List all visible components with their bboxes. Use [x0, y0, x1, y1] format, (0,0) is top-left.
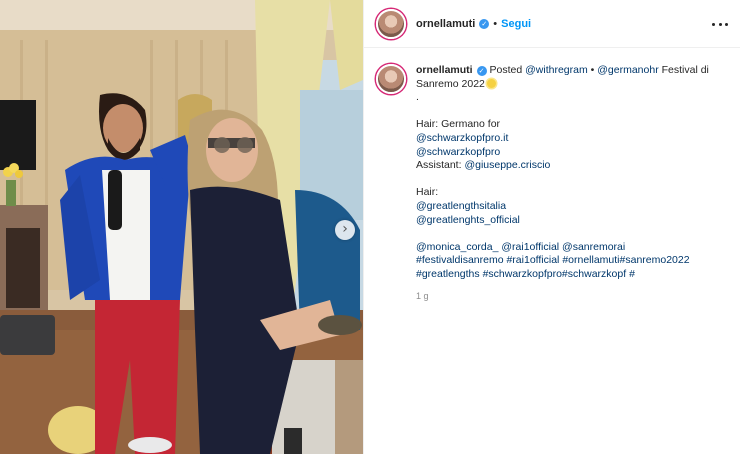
- mention-sanremorai[interactable]: @sanremorai: [562, 241, 625, 253]
- caption-dot: .: [416, 91, 419, 104]
- post-sidebar: ornellamuti ✓ • Segui ornellamuti ✓ Poste…: [363, 0, 740, 454]
- hashtag-ornellamuti-sanremo2022[interactable]: #ornellamuti#sanremo2022: [562, 254, 689, 266]
- caption-bullet: •: [590, 64, 595, 76]
- more-options-icon[interactable]: [712, 17, 728, 31]
- instagram-post: › ornellamuti ✓ • Segui ornellamuti ✓ Pos…: [0, 0, 740, 454]
- hashtag-festivaldisanremo[interactable]: #festivaldisanremo: [416, 254, 504, 266]
- hashtag-greatlengths[interactable]: #greatlengths: [416, 268, 480, 280]
- mention-monica-corda[interactable]: @monica_corda_: [416, 241, 498, 253]
- sun-emoji-icon: [486, 78, 496, 88]
- caption-line-2: Sanremo 2022: [416, 78, 716, 92]
- caption-posted: Posted: [489, 64, 523, 76]
- caption-sanremo: Sanremo 2022: [416, 77, 485, 90]
- header-separator: •: [493, 17, 498, 30]
- tags-line-1: @monica_corda_ @rai1official @sanremorai: [416, 241, 716, 255]
- tags-line-2: #festivaldisanremo #rai1official #ornell…: [416, 254, 716, 268]
- mention-greatlenghts-official[interactable]: @greatlenghts_official: [416, 214, 716, 228]
- verified-badge-icon: ✓: [479, 18, 490, 29]
- hair-credit: Hair: Germano for: [416, 118, 501, 131]
- mention-schwarzkopfpro-it[interactable]: @schwarzkopfpro.it: [416, 132, 716, 146]
- caption-text: ornellamuti ✓ Posted @withregram • @germa…: [416, 64, 716, 303]
- hashtag-empty[interactable]: #: [629, 268, 635, 280]
- header-username[interactable]: ornellamuti: [416, 18, 475, 30]
- mention-giuseppe-criscio[interactable]: @giuseppe.criscio: [464, 159, 550, 171]
- avatar[interactable]: [376, 8, 406, 39]
- post-photo[interactable]: ›: [0, 0, 363, 454]
- follow-button[interactable]: Segui: [501, 18, 531, 30]
- mention-greatlengthsitalia[interactable]: @greatlengthsitalia: [416, 200, 716, 214]
- hair-label-2: Hair:: [416, 186, 439, 199]
- mention-withregram[interactable]: @withregram: [525, 64, 588, 76]
- post-header: ornellamuti ✓ • Segui: [364, 0, 740, 48]
- carousel-next-button[interactable]: ›: [335, 220, 355, 240]
- hashtag-rai1official[interactable]: #rai1official: [506, 254, 559, 266]
- assistant-credit: Assistant: @giuseppe.criscio: [416, 159, 716, 173]
- assistant-label: Assistant:: [416, 159, 462, 172]
- post-timestamp[interactable]: 1 g: [416, 290, 716, 304]
- caption-row: ornellamuti ✓ Posted @withregram • @germa…: [364, 48, 740, 303]
- hashtag-schwarzkopf[interactable]: #schwarzkopfpro#schwarzkopf: [483, 268, 627, 280]
- caption-avatar[interactable]: [376, 64, 406, 94]
- mention-schwarzkopfpro[interactable]: @schwarzkopfpro: [416, 146, 716, 160]
- mention-germanohr[interactable]: @germanohr: [597, 64, 658, 76]
- caption-festival: Festival di: [661, 64, 709, 76]
- caption-username[interactable]: ornellamuti: [416, 64, 473, 76]
- photo-illustration: [0, 0, 363, 454]
- chevron-right-icon: ›: [342, 221, 348, 237]
- verified-badge-icon: ✓: [476, 66, 487, 76]
- mention-rai1official[interactable]: @rai1official: [501, 241, 559, 253]
- tags-line-3: #greatlengths #schwarzkopfpro#schwarzkop…: [416, 268, 716, 282]
- caption-line-1: ornellamuti ✓ Posted @withregram • @germa…: [416, 64, 716, 78]
